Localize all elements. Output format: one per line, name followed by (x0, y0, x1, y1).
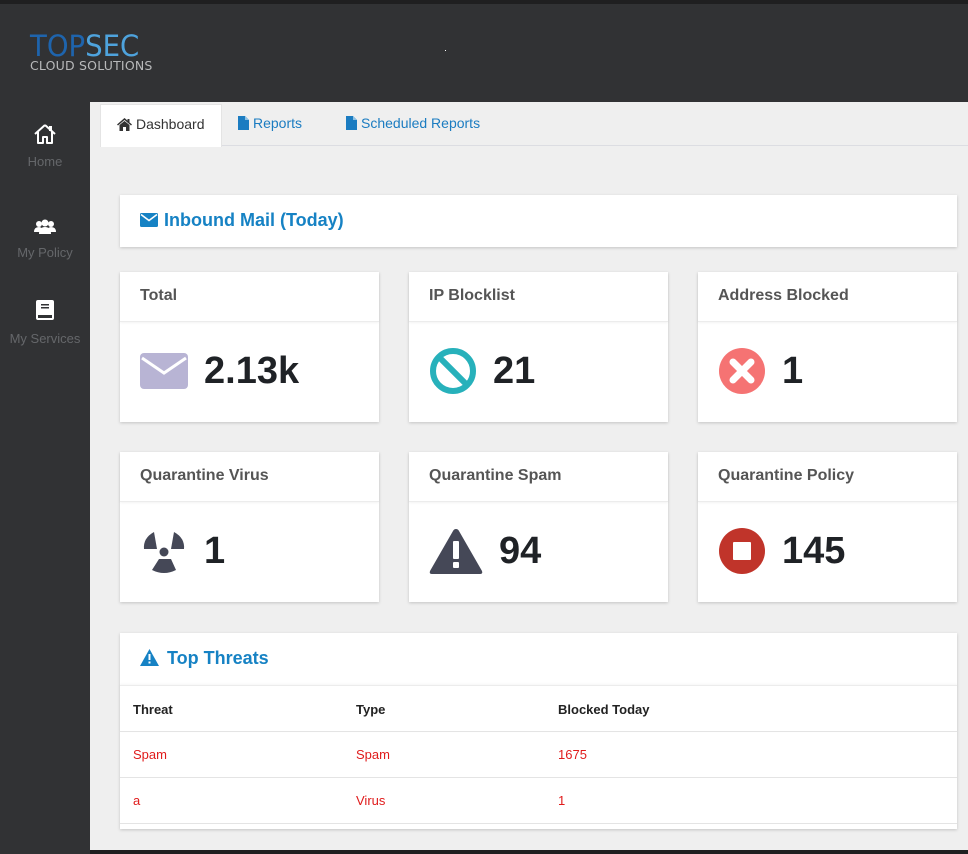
stat-card-quarantine-spam[interactable]: Quarantine Spam 94 (409, 452, 668, 602)
panel-title-text: Top Threats (167, 648, 269, 668)
ban-icon (430, 348, 476, 394)
app-header: TOPSEC CLOUD SOLUTIONS (0, 4, 968, 102)
column-header-type[interactable]: Type (356, 686, 385, 733)
top-threats-title: Top Threats (140, 648, 269, 669)
header-dot (445, 50, 446, 51)
logo-top: TOP (30, 29, 86, 63)
card-title: Quarantine Spam (409, 452, 668, 502)
threat-name: Spam (133, 747, 167, 762)
times-circle-icon (719, 348, 765, 394)
home-icon (34, 124, 56, 144)
panel-title-text: Inbound Mail (Today) (164, 210, 344, 230)
table-row[interactable]: a Virus 1 (120, 778, 957, 824)
threat-type: Spam (356, 747, 390, 762)
column-header-threat[interactable]: Threat (133, 686, 173, 733)
card-title: Quarantine Policy (698, 452, 957, 502)
stat-card-quarantine-policy[interactable]: Quarantine Policy 145 (698, 452, 957, 602)
topsec-logo[interactable]: TOPSEC CLOUD SOLUTIONS (30, 31, 153, 72)
tab-label: Dashboard (136, 116, 205, 132)
card-title: IP Blocklist (409, 272, 668, 322)
warning-icon (140, 649, 159, 666)
sidebar-item-label: My Services (9, 331, 81, 346)
card-value: 94 (499, 530, 542, 572)
blocked-count: 1 (558, 793, 566, 808)
inbound-mail-title: Inbound Mail (Today) (140, 210, 344, 231)
card-value: 145 (782, 530, 846, 572)
threat-name: a (133, 793, 141, 808)
table-header: Threat Type Blocked Today (120, 685, 957, 732)
column-header-blocked-today[interactable]: Blocked Today (558, 686, 650, 733)
stop-circle-icon (719, 528, 765, 574)
tab-reports[interactable]: Reports (222, 104, 318, 146)
inbound-mail-panel: Inbound Mail (Today) (120, 195, 957, 247)
envelope-icon (140, 213, 158, 227)
sidebar-item-my-services[interactable]: My Services (0, 299, 90, 346)
window-bottom-border (90, 850, 968, 854)
card-title: Total (120, 272, 379, 322)
book-icon (36, 300, 54, 320)
envelope-icon (140, 353, 188, 389)
logo-wordmark: TOPSEC (30, 31, 146, 61)
file-icon (238, 116, 249, 130)
table-row[interactable]: Spam Spam 1675 (120, 732, 957, 778)
blocked-count: 1675 (558, 747, 587, 762)
card-value: 1 (782, 350, 804, 392)
sidebar-item-my-policy[interactable]: My Policy (0, 219, 90, 260)
tab-label: Reports (253, 115, 303, 131)
card-value: 1 (204, 530, 226, 572)
stat-card-address-blocked[interactable]: Address Blocked 1 (698, 272, 957, 422)
users-icon (34, 219, 56, 234)
sidebar-item-home[interactable]: Home (0, 124, 90, 169)
card-title: Quarantine Virus (120, 452, 379, 502)
card-title: Address Blocked (698, 272, 957, 322)
stat-card-quarantine-virus[interactable]: Quarantine Virus 1 (120, 452, 379, 602)
card-value: 2.13k (204, 350, 300, 392)
threat-type: Virus (356, 793, 386, 808)
sidebar-item-label: Home (27, 154, 63, 169)
tab-label: Scheduled Reports (361, 115, 481, 131)
stat-card-ip-blocklist[interactable]: IP Blocklist 21 (409, 272, 668, 422)
main-content: Dashboard Reports Scheduled Reports Inbo… (90, 102, 968, 850)
tab-dashboard[interactable]: Dashboard (100, 104, 222, 147)
stat-card-total[interactable]: Total 2.13k (120, 272, 379, 422)
top-threats-panel: Top Threats Threat Type Blocked Today Sp… (120, 633, 957, 829)
sidebar: Home My Policy My Services (0, 102, 90, 854)
file-icon (346, 116, 357, 130)
tab-bar: Dashboard Reports Scheduled Reports (100, 104, 968, 147)
card-value: 21 (493, 350, 536, 392)
warning-icon (429, 529, 483, 574)
sidebar-item-label: My Policy (17, 245, 73, 260)
tab-scheduled-reports[interactable]: Scheduled Reports (330, 104, 496, 146)
radiation-icon (143, 532, 185, 573)
home-icon (117, 118, 132, 131)
logo-sec: SEC (85, 29, 140, 63)
